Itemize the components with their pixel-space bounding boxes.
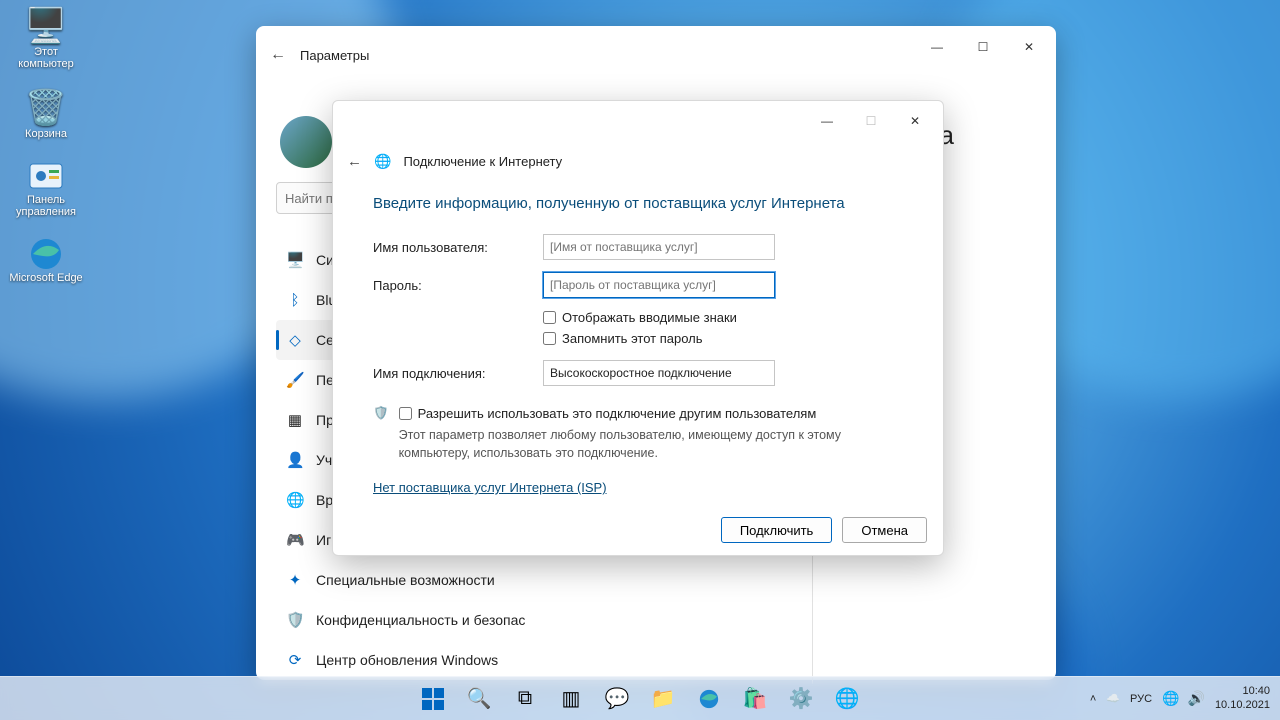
avatar[interactable] [280,116,332,168]
connection-name-label: Имя подключения: [373,366,543,381]
gamepad-icon: 🎮 [286,531,304,549]
desktop-icon-this-pc[interactable]: 🖥️ Этот компьютер [6,6,86,70]
task-view-button[interactable]: ⧉ [505,679,545,719]
settings-taskbar-button[interactable]: ⚙️ [781,679,821,719]
show-characters-label: Отображать вводимые знаки [562,310,737,325]
chat-button[interactable]: 💬 [597,679,637,719]
explorer-button[interactable]: 📁 [643,679,683,719]
desktop-icon-label: Этот компьютер [18,46,73,70]
app-button[interactable]: 🌐 [827,679,867,719]
connection-name-input[interactable] [543,360,775,386]
sidebar-item-accessibility[interactable]: ✦ Специальные возможности [276,560,552,600]
shield-icon: 🛡️ [286,611,304,629]
close-button[interactable]: ✕ [1006,32,1052,62]
taskbar-clock[interactable]: 10:40 10.10.2021 [1215,685,1270,711]
taskbar: 🔍 ⧉ ▥ 💬 📁 🛍️ ⚙️ 🌐 ˄ ☁️ РУС 🌐 🔊 10:40 10.… [0,676,1280,720]
uac-shield-icon: 🛡️ [373,406,389,462]
clock-time: 10:40 [1215,685,1270,698]
recycle-icon: 🗑️ [6,88,86,128]
volume-tray-icon[interactable]: 🔊 [1188,690,1205,707]
sidebar-item-label: Центр обновления Windows [316,652,498,668]
globe-icon: 🌐 [286,491,304,509]
desktop-icon-label: Microsoft Edge [9,272,82,284]
cancel-button[interactable]: Отмена [842,517,927,543]
back-arrow-icon[interactable]: ← [270,46,300,64]
allow-others-description: Этот параметр позволяет любому пользоват… [399,427,903,462]
allow-others-label: Разрешить использовать это подключение д… [418,406,817,421]
edge-taskbar-button[interactable] [689,679,729,719]
desktop-icon-control-panel[interactable]: Панель управления [6,158,86,218]
sidebar-item-label: Вр [316,492,333,508]
dialog-maximize-button[interactable]: ☐ [849,106,893,136]
sidebar-item-label: Конфиденциальность и безопас [316,612,525,628]
dialog-minimize-button[interactable]: — [805,106,849,136]
start-button[interactable] [413,679,453,719]
network-tray-icon[interactable]: 🌐 [1162,690,1179,707]
apps-icon: ▦ [286,411,304,429]
maximize-button[interactable]: ☐ [960,32,1006,62]
allow-others-checkbox[interactable] [399,407,412,420]
username-input[interactable] [543,234,775,260]
brush-icon: 🖌️ [286,371,304,389]
person-icon: 👤 [286,451,304,469]
dialog-title: Подключение к Интернету [403,154,562,169]
accessibility-icon: ✦ [286,571,304,589]
remember-password-label: Запомнить этот пароль [562,331,703,346]
sidebar-item-update[interactable]: ⟳ Центр обновления Windows [276,640,552,680]
system-icon: 🖥️ [286,251,304,269]
show-characters-checkbox[interactable] [543,311,556,324]
dialog-close-button[interactable]: ✕ [893,106,937,136]
minimize-button[interactable]: — [914,32,960,62]
username-label: Имя пользователя: [373,240,543,255]
settings-titlebar: ← Параметры — ☐ ✕ [256,26,1056,84]
sidebar-item-privacy[interactable]: 🛡️ Конфиденциальность и безопас [276,600,552,640]
remember-password-checkbox[interactable] [543,332,556,345]
desktop-icon-label: Панель управления [16,194,76,218]
desktop-icon-recycle-bin[interactable]: 🗑️ Корзина [6,88,86,140]
dialog-header: ← 🌐 Подключение к Интернету [333,141,943,181]
password-input[interactable] [543,272,775,298]
language-indicator[interactable]: РУС [1130,693,1152,705]
tray-chevron-icon[interactable]: ˄ [1090,693,1096,705]
connect-button[interactable]: Подключить [721,517,833,543]
network-globe-icon: 🌐 [374,153,391,170]
connection-dialog: — ☐ ✕ ← 🌐 Подключение к Интернету Введит… [332,100,944,556]
desktop-icon-label: Корзина [25,128,67,140]
window-title: Параметры [300,48,369,63]
widgets-button[interactable]: ▥ [551,679,591,719]
clock-date: 10.10.2021 [1215,699,1270,712]
sidebar-item-label: Иг [316,532,331,548]
monitor-icon: 🖥️ [6,6,86,46]
wifi-icon: ◇ [286,331,304,349]
store-button[interactable]: 🛍️ [735,679,775,719]
sidebar-item-label: Уч [316,452,332,468]
dialog-back-icon[interactable]: ← [347,153,362,170]
desktop-icons: 🖥️ Этот компьютер 🗑️ Корзина Панель упра… [6,6,96,302]
desktop-icon-edge[interactable]: Microsoft Edge [6,236,86,284]
search-button[interactable]: 🔍 [459,679,499,719]
control-panel-icon [6,158,86,194]
dialog-heading: Введите информацию, полученную от постав… [373,195,903,212]
sidebar-item-label: Специальные возможности [316,572,495,588]
bluetooth-icon: ᛒ [286,292,304,309]
no-isp-link[interactable]: Нет поставщика услуг Интернета (ISP) [373,480,607,495]
tray-onedrive-icon[interactable]: ☁️ [1106,692,1120,705]
edge-icon [6,236,86,272]
password-label: Пароль: [373,278,543,293]
update-icon: ⟳ [286,651,304,669]
